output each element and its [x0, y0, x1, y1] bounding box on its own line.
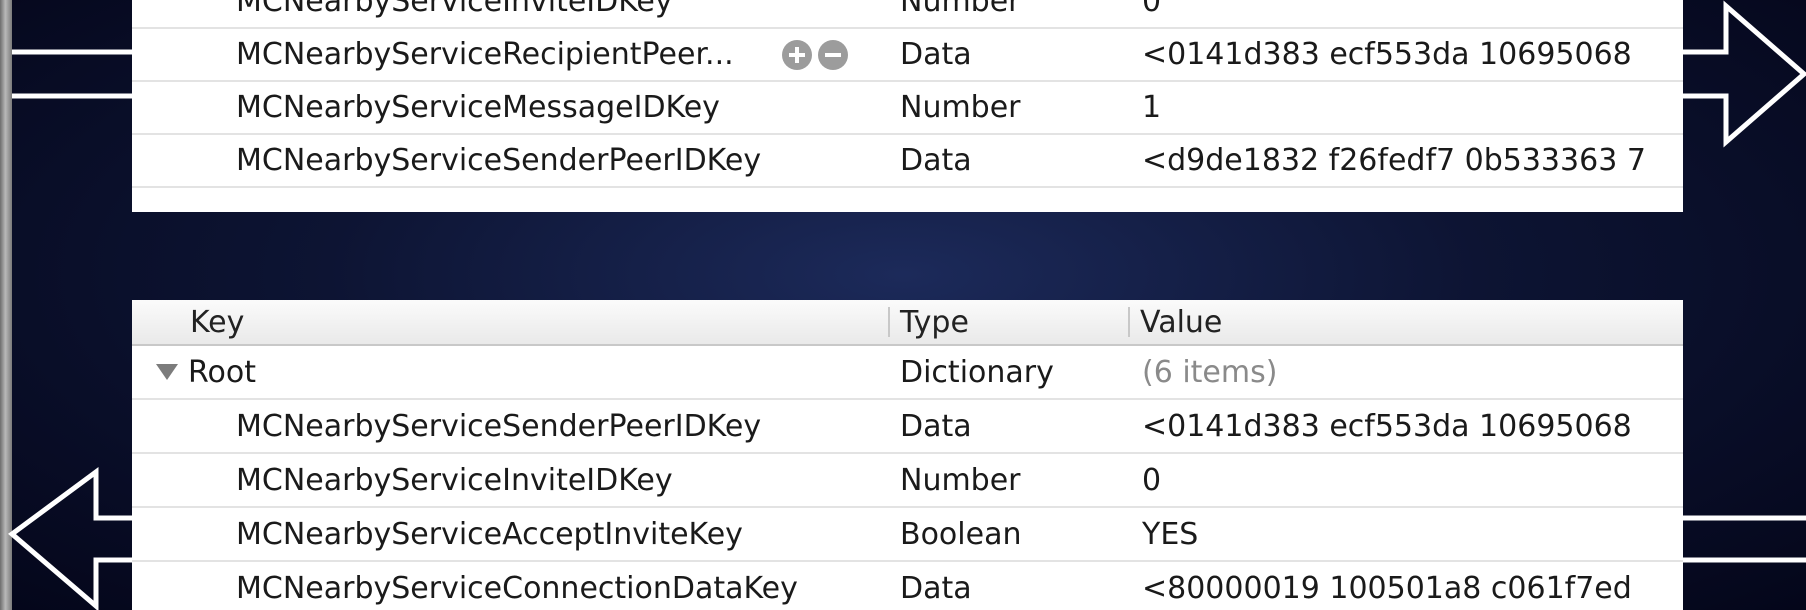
column-header-type[interactable]: Type	[888, 305, 969, 340]
row-key: MCNearbyServiceSenderPeerIDKey	[236, 408, 762, 444]
disclosure-triangle-icon[interactable]	[156, 364, 178, 380]
row-type: Data	[900, 408, 972, 444]
root-label: Root	[188, 354, 256, 390]
arrow-right-icon	[12, 0, 1806, 148]
column-header-value[interactable]: Value	[1128, 305, 1222, 340]
table-row[interactable]: MCNearbyServiceSenderPeerIDKey Data <014…	[132, 400, 1683, 454]
arrow-left-icon	[7, 467, 1806, 610]
column-header-key[interactable]: Key	[190, 300, 244, 344]
table-header: Key Type Value	[132, 300, 1683, 346]
row-key: Root	[156, 346, 856, 398]
row-value: <0141d383 ecf553da 10695068	[1142, 408, 1632, 444]
row-type: Dictionary	[900, 354, 1054, 390]
row-value: (6 items)	[1142, 354, 1278, 390]
table-row-root[interactable]: Root Dictionary (6 items)	[132, 346, 1683, 400]
